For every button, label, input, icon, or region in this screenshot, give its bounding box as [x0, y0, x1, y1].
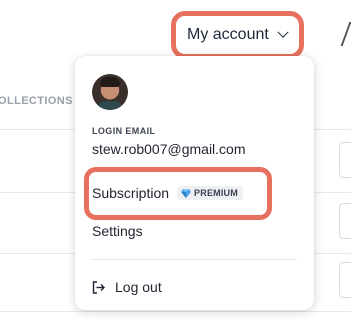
subscription-label: Subscription — [92, 185, 170, 201]
row-action-tab[interactable] — [339, 262, 351, 298]
avatar[interactable] — [92, 74, 128, 110]
premium-badge: PREMIUM — [177, 186, 243, 200]
collections-header[interactable]: OLLECTIONS — [0, 95, 80, 107]
logout-icon — [92, 280, 105, 294]
page-edge-element — [340, 22, 351, 46]
login-email-label: LOGIN EMAIL — [92, 126, 156, 136]
diamond-icon — [181, 188, 192, 198]
premium-badge-label: PREMIUM — [194, 188, 238, 198]
avatar-hair — [100, 77, 120, 87]
row-action-tab[interactable] — [339, 142, 351, 178]
my-account-label: My account — [187, 26, 269, 43]
logout-label: Log out — [115, 279, 162, 295]
menu-item-settings[interactable]: Settings — [92, 223, 143, 239]
account-dropdown-menu: LOGIN EMAIL stew.rob007@gmail.com Subscr… — [75, 56, 314, 310]
menu-item-logout[interactable]: Log out — [92, 279, 162, 295]
menu-divider — [92, 259, 297, 260]
login-email-value: stew.rob007@gmail.com — [92, 141, 246, 157]
collections-header-label: OLLECTIONS — [0, 95, 73, 107]
row-action-tab[interactable] — [339, 203, 351, 239]
row-divider — [0, 311, 351, 312]
my-account-button[interactable]: My account — [171, 11, 304, 59]
avatar-shirt — [96, 101, 124, 110]
chevron-down-icon — [277, 26, 289, 38]
menu-item-subscription[interactable]: Subscription PREMIUM — [92, 185, 243, 201]
